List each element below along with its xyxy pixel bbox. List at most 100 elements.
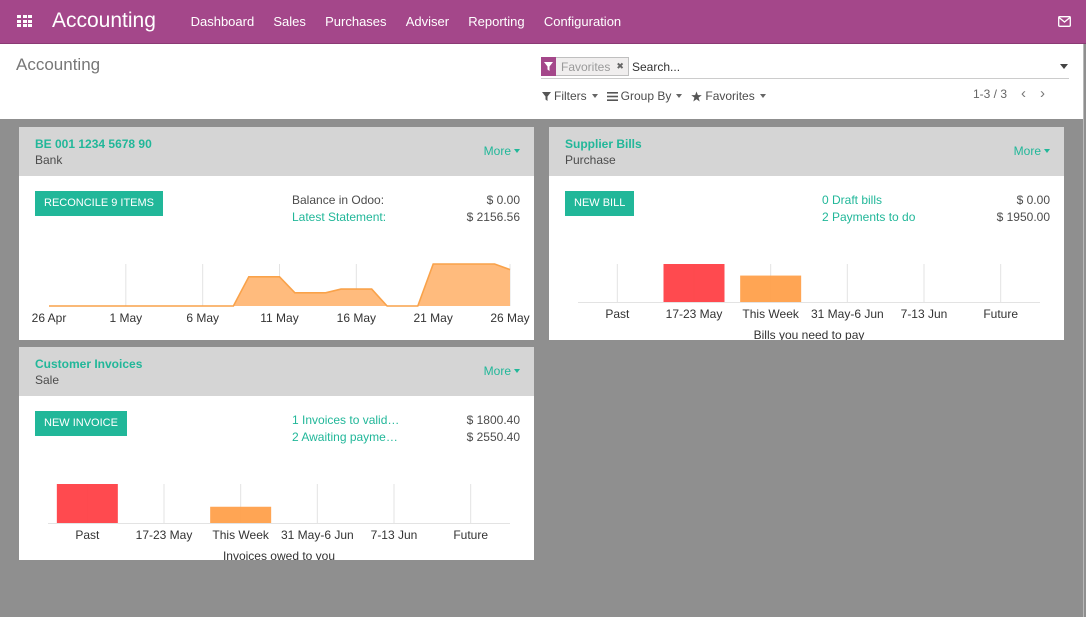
card-header: BE 001 1234 5678 90 Bank More	[19, 127, 534, 176]
balance-area	[49, 264, 510, 306]
journal-stats: 1 Invoices to valid… $ 1800.40 2 Awaitin…	[292, 412, 520, 446]
filter-icon	[541, 56, 556, 76]
invoices-to-validate-link[interactable]: 1 Invoices to valid…	[292, 412, 399, 429]
search-bar: Favorites ✖	[541, 56, 1069, 79]
menu-item-configuration[interactable]: Configuration	[534, 0, 631, 43]
window-edge	[1083, 0, 1084, 617]
caret-down-icon	[676, 94, 683, 98]
awaiting-payments-value: $ 2550.40	[466, 430, 520, 444]
pager-previous-icon[interactable]: ‹	[1021, 86, 1026, 101]
journal-card-bank: BE 001 1234 5678 90 Bank More RECONCILE …	[19, 127, 534, 340]
stat-row: 2 Payments to do $ 1950.00	[822, 209, 1050, 226]
menu-item-sales[interactable]: Sales	[264, 0, 316, 43]
pager-next-icon[interactable]: ›	[1040, 86, 1045, 101]
new-invoice-button[interactable]: NEW INVOICE	[35, 411, 127, 436]
journal-title[interactable]: Supplier Bills	[565, 137, 642, 151]
caret-down-icon	[514, 369, 520, 373]
facet-label: Favorites	[561, 59, 611, 74]
balance-label: Balance in Odoo:	[292, 193, 385, 207]
journal-type: Sale	[35, 373, 60, 387]
x-tick-label: This Week	[212, 528, 269, 542]
menu-item-reporting[interactable]: Reporting	[459, 0, 535, 43]
x-tick-label: 21 May	[413, 311, 452, 325]
menu-item-dashboard[interactable]: Dashboard	[181, 0, 264, 43]
x-tick-label: 17-23 May	[666, 307, 723, 321]
x-tick-label: Past	[75, 528, 100, 542]
filters-dropdown[interactable]: Filters	[542, 89, 598, 103]
top-navbar: Accounting Dashboard Sales Purchases Adv…	[0, 0, 1086, 44]
pager: 1-3 / 3 ‹ ›	[973, 86, 1045, 101]
card-header: Customer Invoices Sale More	[19, 347, 534, 396]
caret-down-icon	[591, 94, 598, 98]
more-dropdown[interactable]: More	[484, 144, 520, 158]
draft-bills-value: $ 0.00	[1016, 193, 1050, 207]
x-tick-label: This Week	[742, 307, 799, 321]
payments-to-do-link[interactable]: 2 Payments to do	[822, 209, 915, 226]
chart-title: Bills you need to pay	[754, 328, 865, 340]
x-tick-label: Future	[453, 528, 488, 542]
x-tick-label: 11 May	[260, 311, 298, 325]
x-tick-label: Future	[983, 307, 1018, 321]
caret-down-icon	[1044, 149, 1050, 153]
x-tick-label: 26 Apr	[32, 311, 67, 325]
chart-title: Invoices owed to you	[223, 549, 335, 560]
bar-past	[56, 484, 118, 523]
journal-type: Purchase	[565, 153, 616, 167]
search-facet[interactable]: Favorites ✖	[541, 56, 629, 76]
group-by-dropdown[interactable]: Group By	[606, 89, 683, 103]
control-panel: Accounting Favorites ✖ Filters Group By …	[0, 44, 1083, 119]
filter-icon	[542, 91, 551, 101]
reconcile-button[interactable]: RECONCILE 9 ITEMS	[35, 191, 164, 216]
latest-statement-value: $ 2156.56	[466, 210, 520, 224]
caret-down-icon	[759, 94, 766, 98]
stat-row: 0 Draft bills $ 0.00	[822, 192, 1050, 209]
x-tick-label: 16 May	[337, 311, 376, 325]
menu-item-purchases[interactable]: Purchases	[316, 0, 397, 43]
balance-line	[49, 263, 511, 307]
x-tick-label: 31 May-6 Jun	[281, 528, 354, 542]
more-label: More	[1013, 144, 1041, 158]
invoices-to-validate-value: $ 1800.40	[466, 413, 520, 427]
draft-bills-link[interactable]: 0 Draft bills	[822, 192, 882, 209]
new-bill-button[interactable]: NEW BILL	[565, 191, 635, 216]
x-tick-label: 1 May	[109, 311, 142, 325]
bar-this-week	[740, 275, 802, 302]
awaiting-payments-link[interactable]: 2 Awaiting payme…	[292, 429, 398, 446]
search-options: Filters Group By Favorites	[542, 89, 775, 103]
caret-down-icon	[514, 149, 520, 153]
card-header: Supplier Bills Purchase More	[549, 127, 1064, 176]
bar-this-week	[210, 506, 272, 523]
journal-card-customer-invoices: Customer Invoices Sale More NEW INVOICE …	[19, 347, 534, 560]
more-dropdown[interactable]: More	[484, 364, 520, 378]
favorites-dropdown[interactable]: Favorites	[691, 89, 766, 103]
star-icon	[691, 90, 703, 102]
apps-grid-icon[interactable]	[17, 15, 32, 27]
journal-title[interactable]: BE 001 1234 5678 90	[35, 137, 152, 151]
journal-title[interactable]: Customer Invoices	[35, 357, 142, 371]
remove-facet-icon[interactable]: ✖	[616, 61, 624, 72]
envelope-icon[interactable]	[1058, 16, 1071, 27]
stat-row: Balance in Odoo: $ 0.00	[292, 192, 520, 209]
journal-stats: 0 Draft bills $ 0.00 2 Payments to do $ …	[822, 192, 1050, 226]
menu-item-adviser[interactable]: Adviser	[396, 0, 459, 43]
x-tick-label: 26 May	[490, 311, 529, 325]
latest-statement-link[interactable]: Latest Statement:	[292, 209, 386, 226]
pager-value[interactable]: 1-3 / 3	[973, 87, 1007, 101]
more-label: More	[483, 144, 511, 158]
search-input[interactable]	[632, 57, 1052, 76]
journal-type: Bank	[35, 153, 63, 167]
x-tick-label: 6 May	[186, 311, 219, 325]
favorites-label: Favorites	[705, 89, 755, 103]
group-by-label: Group By	[620, 89, 672, 103]
stat-row: 1 Invoices to valid… $ 1800.40	[292, 412, 520, 429]
journal-card-supplier-bills: Supplier Bills Purchase More NEW BILL 0 …	[549, 127, 1064, 340]
payments-to-do-value: $ 1950.00	[996, 210, 1050, 224]
x-tick-label: 31 May-6 Jun	[811, 307, 884, 321]
app-brand[interactable]: Accounting	[52, 9, 156, 33]
main-menu: Dashboard Sales Purchases Adviser Report…	[181, 0, 631, 43]
stat-row: Latest Statement: $ 2156.56	[292, 209, 520, 226]
balance-value: $ 0.00	[486, 193, 520, 207]
search-options-caret-icon[interactable]	[1060, 64, 1068, 69]
more-dropdown[interactable]: More	[1014, 144, 1050, 158]
filters-label: Filters	[554, 89, 587, 103]
